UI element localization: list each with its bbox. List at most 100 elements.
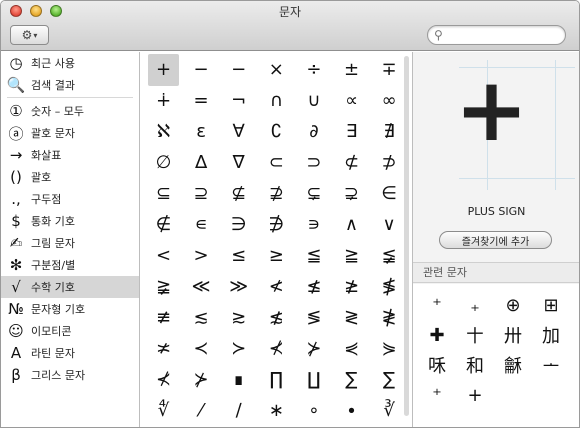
char-cell[interactable]: ∇ [220,147,257,178]
related-char-cell[interactable]: ⁺ [419,290,455,320]
char-cell[interactable]: ≶ [295,302,332,333]
char-cell[interactable]: ≻ [220,333,257,364]
related-char-cell[interactable]: + [457,380,493,410]
related-char-cell[interactable]: ✚ [419,320,455,350]
char-cell[interactable]: ∝ [333,85,370,116]
related-char-cell[interactable]: ⁺ [419,380,455,410]
sidebar-item[interactable]: $ 통화 기호 [1,210,139,232]
related-char-cell[interactable]: 〸 [457,320,493,350]
sidebar-item[interactable]: () 괄호 [1,166,139,188]
char-cell[interactable]: ≫ [220,271,257,302]
char-cell[interactable]: ∋ [220,209,257,240]
sidebar-item[interactable]: ., 구두점 [1,188,139,210]
sidebar-item[interactable]: ✻ 구분점/별 [1,254,139,276]
char-cell[interactable]: ∁ [258,116,295,147]
char-cell[interactable]: ∩ [258,85,295,116]
char-cell[interactable]: ≷ [333,302,370,333]
search-input[interactable] [448,28,560,42]
action-menu-button[interactable]: ⚙ ▾ [10,25,49,45]
char-cell[interactable]: ≮ [258,271,295,302]
char-cell[interactable]: ⊀ [145,364,182,395]
sidebar-item[interactable]: ☺ 이모티콘 [1,320,139,342]
char-cell[interactable]: ℵ [145,116,182,147]
char-cell[interactable]: ∐ [295,364,332,395]
char-cell[interactable]: ∀ [220,116,257,147]
search-field[interactable]: ⚲ [427,25,566,45]
grid-scrollbar[interactable] [403,52,411,427]
char-cell[interactable]: ≤ [220,240,257,271]
char-cell[interactable]: ¬ [220,85,257,116]
char-cell[interactable]: − [220,54,257,85]
related-char-cell[interactable]: 卅 [495,320,531,350]
char-cell[interactable]: ⊇ [183,178,220,209]
related-char-cell[interactable]: ₊ [457,290,493,320]
char-cell[interactable]: ∌ [258,209,295,240]
char-cell[interactable]: ⊄ [333,147,370,178]
char-cell[interactable]: ≰ [295,271,332,302]
char-cell[interactable]: ∃ [333,116,370,147]
sidebar-item[interactable]: ✍ 그림 문자 [1,232,139,254]
char-cell[interactable]: ∊ [183,209,220,240]
sidebar-item[interactable]: β 그리스 문자 [1,364,139,386]
add-to-favorites-button[interactable]: 즐겨찾기에 추가 [439,231,552,249]
char-cell[interactable]: ≺ [183,333,220,364]
scrollbar-thumb[interactable] [404,56,409,416]
char-cell[interactable]: ≴ [258,302,295,333]
char-cell[interactable]: ε [183,116,220,147]
sidebar-item[interactable]: √ 수학 기호 [1,276,139,298]
char-cell[interactable]: ÷ [295,54,332,85]
sidebar-item[interactable]: ◷ 최근 사용 [1,52,139,74]
related-char-cell[interactable]: ᅩ [533,350,569,380]
sidebar-item[interactable]: № 문자형 기호 [1,298,139,320]
char-cell[interactable]: ≭ [145,333,182,364]
sidebar-item[interactable]: 🔍 검색 결과 [1,74,139,96]
char-cell[interactable]: ∆ [183,147,220,178]
char-cell[interactable]: ∜ [145,395,182,426]
char-cell[interactable]: ⊃ [295,147,332,178]
char-cell[interactable]: ∪ [295,85,332,116]
char-cell[interactable]: ∍ [295,209,332,240]
related-char-cell[interactable]: ⊕ [495,290,531,320]
related-char-cell[interactable]: 和 [457,350,493,380]
char-cell[interactable]: ⊁ [183,364,220,395]
char-cell[interactable]: < [145,240,182,271]
char-cell[interactable]: ± [333,54,370,85]
char-cell[interactable]: ≥ [258,240,295,271]
char-cell[interactable]: + [145,54,182,85]
char-cell[interactable]: ≲ [183,302,220,333]
char-cell[interactable]: ∕ [220,395,257,426]
char-cell[interactable]: ≦ [295,240,332,271]
char-cell[interactable]: ⊂ [258,147,295,178]
char-cell[interactable]: ⊁ [295,333,332,364]
char-cell[interactable]: ⊋ [333,178,370,209]
char-cell[interactable]: ∔ [145,85,182,116]
char-cell[interactable]: ∧ [333,209,370,240]
related-char-cell[interactable]: 咊 [419,350,455,380]
char-cell[interactable]: ≢ [145,302,182,333]
char-cell[interactable]: ∉ [145,209,182,240]
char-cell[interactable]: ⋞ [333,333,370,364]
char-cell[interactable]: ∙ [333,395,370,426]
char-cell[interactable]: ≱ [333,271,370,302]
char-cell[interactable]: ∂ [295,116,332,147]
sidebar-item[interactable]: ① 숫자 – 모두 [1,100,139,122]
char-cell[interactable]: ∗ [258,395,295,426]
char-cell[interactable]: ∎ [220,364,257,395]
char-cell[interactable]: ⊆ [145,178,182,209]
char-cell[interactable]: = [183,85,220,116]
char-cell[interactable]: ∘ [295,395,332,426]
sidebar-item[interactable]: ⓐ 괄호 문자 [1,122,139,144]
char-cell[interactable]: ≧ [333,240,370,271]
char-cell[interactable]: > [183,240,220,271]
related-char-cell[interactable]: ⊞ [533,290,569,320]
char-cell[interactable]: − [183,54,220,85]
char-cell[interactable]: ≩ [145,271,182,302]
char-cell[interactable]: ⊉ [258,178,295,209]
related-char-cell[interactable]: 龢 [495,350,531,380]
sidebar-item[interactable]: A 라틴 문자 [1,342,139,364]
char-cell[interactable]: ⊈ [220,178,257,209]
char-cell[interactable]: ≪ [183,271,220,302]
char-cell[interactable]: ∑ [333,364,370,395]
char-cell[interactable]: ≳ [220,302,257,333]
char-cell[interactable]: × [258,54,295,85]
